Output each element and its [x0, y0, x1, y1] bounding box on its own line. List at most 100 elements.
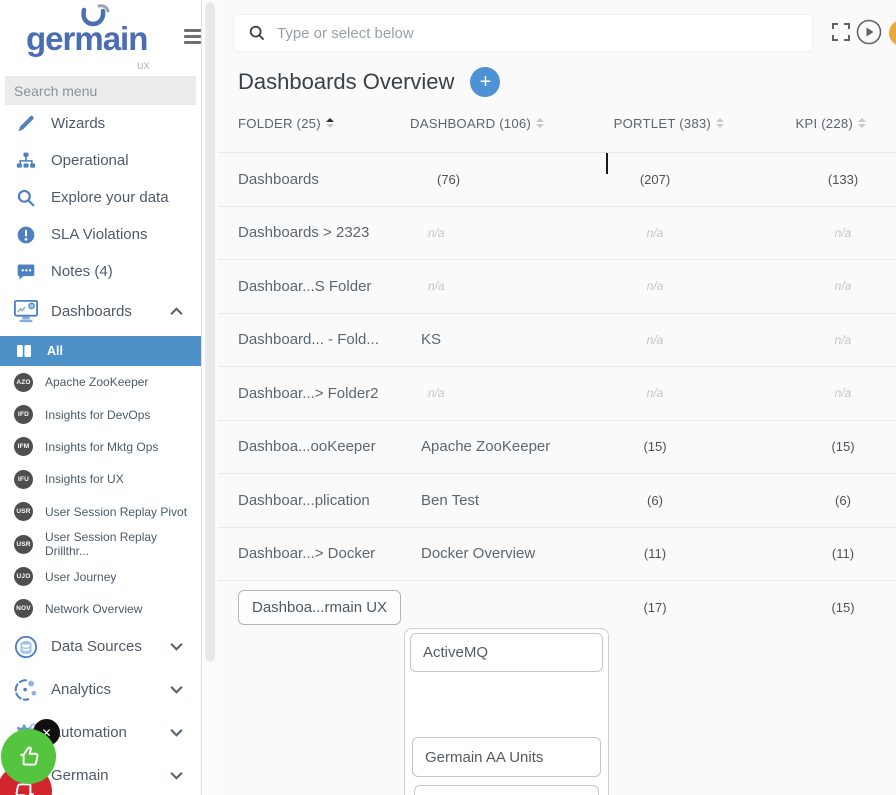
sidebar-item-apache-zookeeper[interactable]: AZO Apache ZooKeeper [0, 366, 201, 398]
scrollbar-thumb[interactable] [205, 2, 215, 662]
avatar: IFM [14, 437, 33, 456]
dashboard-cell: n/a [410, 226, 560, 240]
portlet-cell: n/a [560, 386, 750, 400]
dropdown-option[interactable]: ActiveMQ [410, 633, 603, 672]
sidebar-item-insights-devops[interactable]: IFD Insights for DevOps [0, 398, 201, 430]
folder-cell: Dashboa...ooKeeper [238, 438, 410, 455]
sidebar-item-usr-pivot[interactable]: USR User Session Replay Pivot [0, 496, 201, 528]
sidebar-item-label: Analytics [51, 681, 111, 698]
portlet-cell: (15) [560, 439, 750, 454]
table-row[interactable]: Dashboa...rmain UX (17) (15) [218, 580, 896, 634]
sidebar-item-dashboards[interactable]: Dashboards [0, 290, 201, 332]
folder-cell: Dashboards [238, 171, 410, 188]
sidebar-search-input[interactable] [5, 76, 196, 105]
table-row[interactable]: Dashboard... - Fold... KS n/a n/a [218, 313, 896, 367]
sidebar-item-data-sources[interactable]: Data Sources [0, 625, 201, 668]
table-header: FOLDER (25) DASHBOARD (106) PORTLET (383… [238, 106, 896, 140]
table-row[interactable]: Dashboar...S Folder n/a n/a n/a [218, 259, 896, 313]
selected-folder-box[interactable]: Dashboa...rmain UX [238, 590, 401, 625]
sidebar-item-network-overview[interactable]: NOV Network Overview [0, 593, 201, 625]
sidebar-item-label: Insights for DevOps [45, 408, 150, 422]
sidebar-item-operational[interactable]: Operational [0, 142, 201, 179]
chevron-down-icon [170, 685, 183, 694]
thumbs-up-button[interactable] [1, 729, 56, 784]
column-header-folder[interactable]: FOLDER (25) [238, 116, 410, 131]
sidebar-item-label: Notes (4) [51, 263, 113, 280]
sidebar-item-dashboards-all[interactable]: All [0, 336, 201, 366]
kpi-cell: (6) [750, 493, 896, 508]
sidebar-item-analytics[interactable]: Analytics [0, 668, 201, 711]
sidebar-item-usr-drillthrough[interactable]: USR User Session Replay Drillthr... [0, 528, 201, 560]
chevron-down-icon [170, 642, 183, 651]
sidebar-item-label: All [47, 344, 63, 358]
folder-cell: Dashboa...rmain UX [238, 590, 410, 625]
portlet-cell: (207) [560, 172, 750, 187]
sidebar-scrollbar[interactable] [203, 0, 218, 795]
page-header: Dashboards Overview + [238, 64, 500, 100]
folder-cell: Dashboards > 2323 [238, 224, 410, 241]
sidebar-item-sla-violations[interactable]: SLA Violations [0, 216, 201, 253]
chevron-down-icon [170, 771, 183, 780]
sidebar-item-label: SLA Violations [51, 226, 147, 243]
sidebar-item-label: Apache ZooKeeper [45, 375, 148, 389]
kpi-cell: n/a [750, 226, 896, 240]
portlet-cell: (17) [560, 600, 750, 615]
avatar: IFD [14, 405, 33, 424]
folder-cell: Dashboar...> Folder2 [238, 385, 410, 402]
table-row[interactable]: Dashboar...> Docker Docker Overview (11)… [218, 527, 896, 581]
sidebar-item-label: Wizards [51, 115, 105, 132]
kpi-cell: n/a [750, 333, 896, 347]
sidebar-item-explore[interactable]: Explore your data [0, 179, 201, 216]
sidebar-item-label: Data Sources [51, 638, 142, 655]
main-search-bar [233, 14, 813, 52]
play-icon[interactable] [856, 19, 882, 45]
avatar: UJO [14, 567, 33, 586]
kpi-cell: (11) [750, 546, 896, 561]
dashboard-dropdown-panel: ActiveMQ Germain AA Units [404, 628, 609, 795]
dashboard-monitor-icon [14, 299, 38, 323]
main-search-input[interactable] [277, 25, 812, 42]
comment-icon [14, 260, 38, 284]
kpi-cell: n/a [750, 386, 896, 400]
sidebar-item-notes[interactable]: Notes (4) [0, 253, 201, 290]
column-header-dashboard[interactable]: DASHBOARD (106) [410, 116, 560, 131]
kpi-cell: (15) [750, 600, 896, 615]
sidebar-item-insights-mktg-ops[interactable]: IFM Insights for Mktg Ops [0, 431, 201, 463]
fullscreen-icon[interactable] [831, 22, 851, 42]
avatar: IFU [14, 470, 33, 489]
avatar: AZO [14, 373, 33, 392]
sidebar-item-label: Germain [51, 767, 109, 784]
avatar: USR [14, 535, 33, 554]
kpi-cell: (15) [750, 439, 896, 454]
portlet-cell: n/a [560, 333, 750, 347]
sidebar-item-label: User Journey [45, 570, 116, 584]
hamburger-menu-icon[interactable] [184, 29, 201, 47]
sidebar-item-label: User Session Replay Pivot [45, 505, 187, 519]
table-row[interactable]: Dashboar...plication Ben Test (6) (6) [218, 473, 896, 527]
sort-icon [716, 118, 724, 128]
table-row[interactable]: Dashboards (76) (207) (133) [218, 152, 896, 206]
table-row[interactable]: Dashboards > 2323 n/a n/a n/a [218, 206, 896, 260]
dashboard-cell: KS [410, 331, 560, 348]
table-row[interactable]: Dashboa...ooKeeper Apache ZooKeeper (15)… [218, 420, 896, 474]
column-header-kpi[interactable]: KPI (228) [750, 116, 896, 131]
column-header-portlet[interactable]: PORTLET (383) [560, 116, 750, 131]
dropdown-option[interactable]: Germain AA Units [412, 737, 601, 777]
portlet-cell: n/a [560, 279, 750, 293]
sidebar-item-insights-ux[interactable]: IFU Insights for UX [0, 463, 201, 495]
sidebar-item-user-journey[interactable]: UJO User Journey [0, 560, 201, 592]
dashboard-cell: Apache ZooKeeper [410, 438, 560, 455]
sidebar-item-wizards[interactable]: Wizards [0, 105, 201, 142]
dashboard-cell: (76) [410, 172, 560, 187]
sidebar-item-label: Explore your data [51, 189, 169, 206]
dashboard-cell: n/a [410, 279, 560, 293]
avatar: USR [14, 502, 33, 521]
dashboard-cell: Docker Overview [410, 545, 560, 562]
analytics-icon [14, 678, 38, 702]
add-button[interactable]: + [470, 67, 500, 97]
sidebar-item-label: Automation [51, 724, 127, 741]
search-icon [14, 186, 38, 210]
table-row[interactable]: Dashboar...> Folder2 n/a n/a n/a [218, 366, 896, 420]
dropdown-option[interactable] [414, 785, 599, 795]
edge-cutoff-button[interactable] [889, 20, 896, 46]
